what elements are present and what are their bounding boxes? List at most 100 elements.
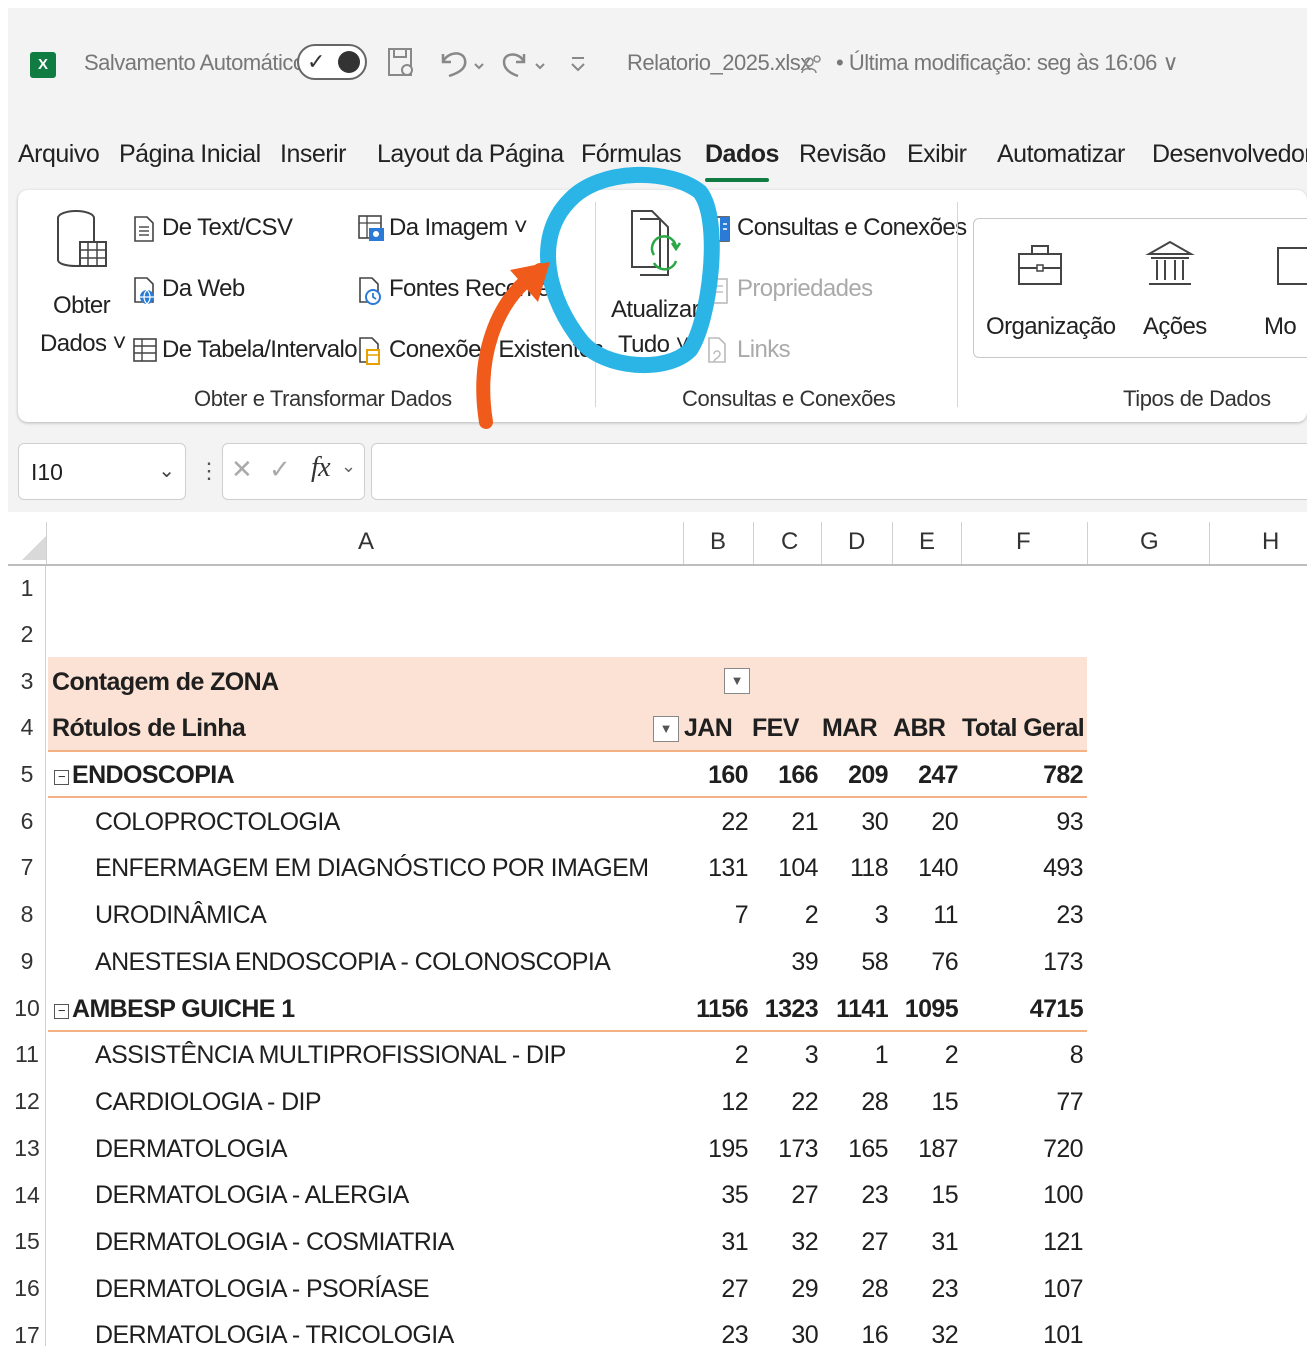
row-header[interactable]: 15	[8, 1228, 46, 1255]
column-header-c[interactable]: C	[781, 528, 798, 556]
column-header-d[interactable]: D	[848, 528, 865, 556]
customize-quick-access-icon[interactable]	[566, 46, 590, 87]
pivot-value-cell[interactable]: 23	[892, 1275, 958, 1304]
save-icon[interactable]	[386, 46, 416, 87]
pivot-value-cell[interactable]: 23	[678, 1321, 748, 1346]
from-table-range-button[interactable]: De Tabela/Intervalo	[162, 336, 358, 364]
pivot-total-cell[interactable]: 173	[963, 948, 1084, 977]
column-header-g[interactable]: G	[1140, 528, 1159, 556]
pivot-row-label[interactable]: DERMATOLOGIA	[95, 1135, 288, 1164]
pivot-total-cell[interactable]: 93	[963, 808, 1083, 837]
pivot-value-cell[interactable]: 30	[752, 1321, 818, 1346]
pivot-value-cell[interactable]: 23	[822, 1181, 888, 1210]
pivot-total-cell[interactable]: 720	[963, 1135, 1084, 1164]
pivot-value-cell[interactable]: 209	[822, 761, 889, 790]
pivot-title[interactable]: Contagem de ZONA	[52, 668, 279, 697]
row-header[interactable]: 17	[8, 1322, 46, 1346]
row-header[interactable]: 5	[8, 761, 46, 788]
pivot-value-cell[interactable]: 15	[892, 1181, 958, 1210]
tab-exibir[interactable]: Exibir	[907, 140, 967, 169]
row-header[interactable]: 1	[8, 575, 46, 602]
pivot-total-cell[interactable]: 493	[963, 854, 1084, 883]
redo-icon[interactable]	[498, 46, 550, 87]
pivot-row-label[interactable]: DERMATOLOGIA - COSMIATRIA	[95, 1228, 454, 1257]
pivot-value-cell[interactable]: 22	[752, 1088, 818, 1117]
row-header[interactable]: 13	[8, 1135, 46, 1162]
pivot-value-cell[interactable]: 3	[752, 1041, 819, 1070]
pivot-value-cell[interactable]: 20	[892, 808, 958, 837]
pivot-value-cell[interactable]: 21	[752, 808, 818, 837]
pivot-value-cell[interactable]: 11	[892, 901, 958, 930]
file-name[interactable]: Relatorio_2025.xlsx	[627, 50, 811, 76]
stocks-button[interactable]: Ações	[1143, 313, 1207, 341]
pivot-value-cell[interactable]: 104	[752, 854, 819, 883]
vertical-dots-icon[interactable]: ⋮	[198, 458, 220, 484]
pivot-value-cell[interactable]: 118	[822, 854, 889, 883]
chevron-down-icon[interactable]: ⌄	[158, 458, 175, 483]
pivot-value-cell[interactable]: 32	[892, 1321, 958, 1346]
pivot-value-cell[interactable]: 27	[678, 1275, 748, 1304]
share-people-icon[interactable]	[800, 52, 824, 84]
tab-automatizar[interactable]: Automatizar	[997, 140, 1125, 169]
pivot-row-label[interactable]: ANESTESIA ENDOSCOPIA - COLONOSCOPIA	[95, 948, 611, 977]
pivot-row-labels[interactable]: Rótulos de Linha	[52, 714, 246, 743]
stocks-bank-icon[interactable]	[1145, 238, 1195, 295]
last-modified[interactable]: • Última modificação: seg às 16:06 ∨	[836, 50, 1179, 76]
chevron-down-icon[interactable]: ⌄	[341, 456, 356, 477]
organization-button[interactable]: Organização	[986, 313, 1116, 341]
pivot-total-cell[interactable]: 4715	[963, 995, 1084, 1024]
row-header[interactable]: 6	[8, 808, 46, 835]
pivot-value-cell[interactable]: 173	[752, 1135, 819, 1164]
tab-desenvolvedor[interactable]: Desenvolvedor	[1152, 140, 1307, 169]
pivot-total-cell[interactable]: 23	[963, 901, 1083, 930]
pivot-total-cell[interactable]: 107	[963, 1275, 1084, 1304]
undo-icon[interactable]	[435, 46, 487, 87]
pivot-value-cell[interactable]: 12	[678, 1088, 748, 1117]
row-header[interactable]: 16	[8, 1275, 46, 1302]
tab-pagina-inicial[interactable]: Página Inicial	[119, 140, 261, 169]
pivot-value-cell[interactable]: 28	[822, 1275, 888, 1304]
row-header[interactable]: 14	[8, 1182, 46, 1209]
pivot-value-cell[interactable]: 31	[678, 1228, 748, 1257]
pivot-total-cell[interactable]: 8	[963, 1041, 1084, 1070]
tab-arquivo[interactable]: Arquivo	[18, 140, 100, 169]
cancel-icon[interactable]: ✕	[231, 454, 253, 485]
pivot-value-cell[interactable]: 165	[822, 1135, 889, 1164]
formula-input[interactable]	[371, 443, 1307, 500]
more-datatype-icon[interactable]	[1274, 244, 1307, 293]
pivot-value-cell[interactable]: 35	[678, 1181, 748, 1210]
pivot-value-cell[interactable]: 16	[822, 1321, 888, 1346]
column-header-b[interactable]: B	[710, 528, 726, 556]
pivot-total-cell[interactable]: 100	[963, 1181, 1084, 1210]
row-header[interactable]: 3	[8, 668, 46, 695]
name-box[interactable]: I10 ⌄	[18, 443, 186, 500]
pivot-group-row-label[interactable]: − ENDOSCOPIA	[54, 761, 235, 790]
row-header[interactable]: 9	[8, 948, 46, 975]
collapse-icon[interactable]: −	[54, 770, 69, 785]
pivot-value-cell[interactable]: 195	[678, 1135, 749, 1164]
pivot-total-cell[interactable]: 77	[963, 1088, 1083, 1117]
pivot-value-cell[interactable]: 1323	[752, 995, 819, 1024]
pivot-value-cell[interactable]: 247	[892, 761, 959, 790]
pivot-value-cell[interactable]: 15	[892, 1088, 958, 1117]
month-header-fev[interactable]: FEV	[752, 714, 799, 743]
pivot-value-cell[interactable]: 1	[822, 1041, 889, 1070]
total-header[interactable]: Total Geral	[962, 714, 1085, 743]
row-header[interactable]: 11	[8, 1041, 46, 1068]
pivot-value-cell[interactable]: 2	[678, 1041, 749, 1070]
row-header[interactable]: 2	[8, 621, 46, 648]
pivot-value-cell[interactable]: 166	[752, 761, 819, 790]
pivot-value-cell[interactable]: 76	[892, 948, 958, 977]
pivot-total-cell[interactable]: 782	[963, 761, 1084, 790]
pivot-value-cell[interactable]: 1156	[678, 995, 748, 1024]
pivot-value-cell[interactable]: 28	[822, 1088, 888, 1117]
pivot-row-label[interactable]: URODINÂMICA	[95, 901, 267, 930]
links-button[interactable]: Links	[737, 336, 791, 364]
pivot-total-cell[interactable]: 101	[963, 1321, 1084, 1346]
month-header-mar[interactable]: MAR	[822, 714, 878, 743]
organization-icon[interactable]	[1015, 240, 1065, 295]
tab-revisao[interactable]: Revisão	[799, 140, 886, 169]
pivot-row-label[interactable]: ASSISTÊNCIA MULTIPROFISSIONAL - DIP	[95, 1041, 566, 1070]
pivot-row-label[interactable]: COLOPROCTOLOGIA	[95, 808, 340, 837]
pivot-group-row-label[interactable]: − AMBESP GUICHE 1	[54, 995, 295, 1024]
